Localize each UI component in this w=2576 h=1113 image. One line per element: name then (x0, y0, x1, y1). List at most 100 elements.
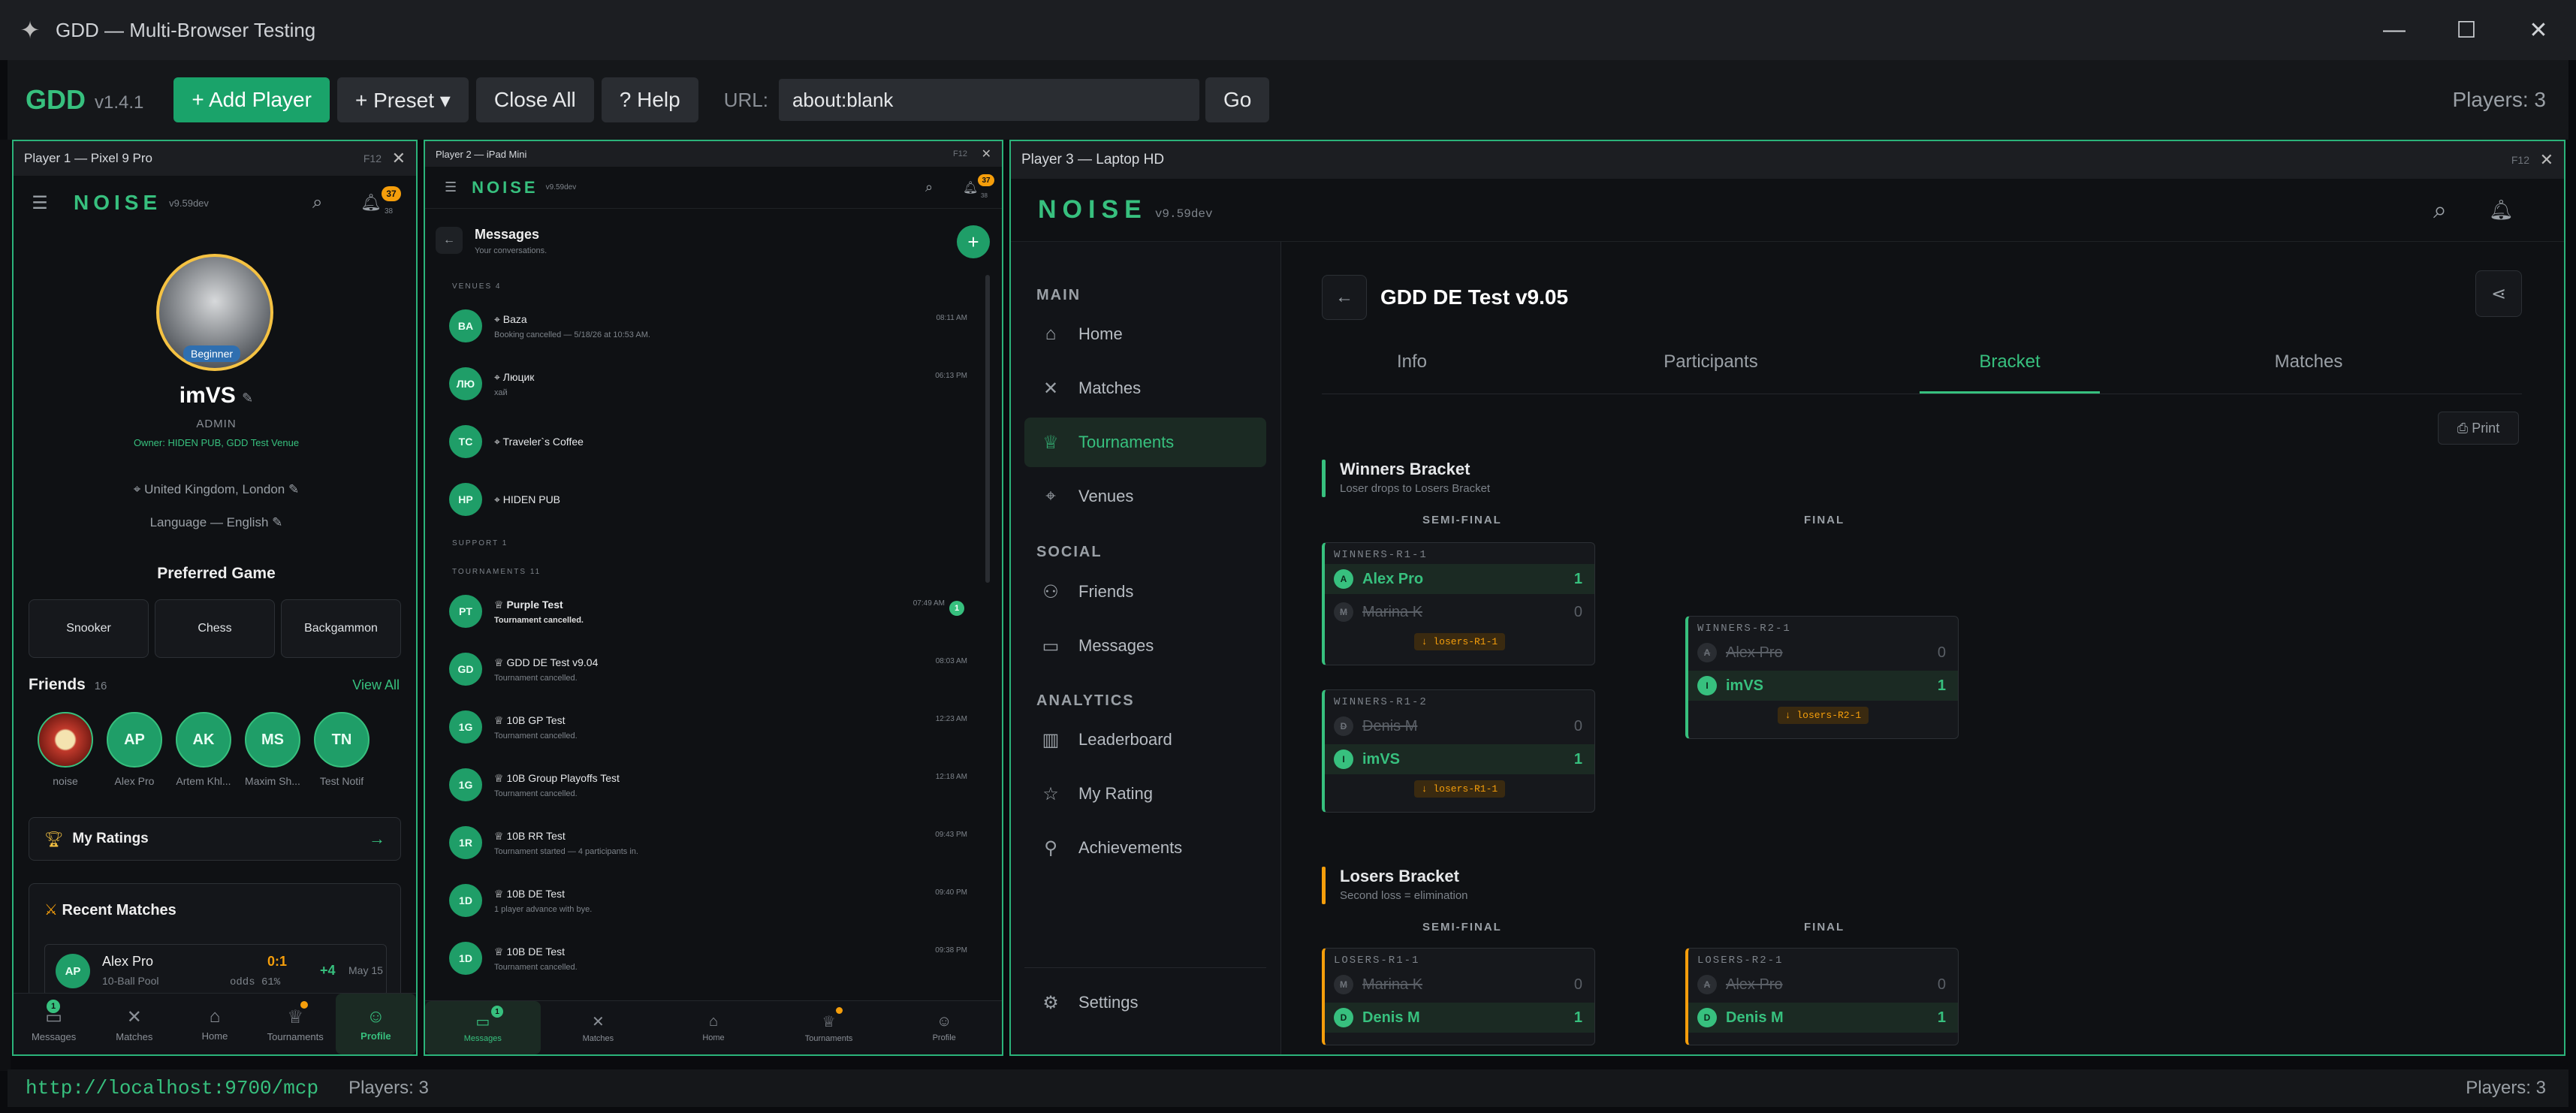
recent-match-row[interactable]: AP Alex Pro 10-Ball Pool 0:1 odds 61% +4… (44, 944, 387, 997)
sidebar-item-achievements[interactable]: ⚲ Achievements (1024, 823, 1266, 873)
conversation-row[interactable]: 1D ♕ 10B DE Test 1 player advance with by… (449, 873, 975, 928)
sidebar-item-venues[interactable]: ⌖ Venues (1024, 472, 1266, 521)
devtools-f12[interactable]: F12 (2511, 154, 2529, 166)
tab-matches[interactable]: Matches (2219, 351, 2399, 394)
friend-name: Artem Khl... (176, 775, 231, 787)
menu-icon[interactable]: ☰ (445, 179, 457, 195)
close-player-3-icon[interactable]: ✕ (2540, 150, 2553, 170)
conversation-row[interactable]: TC ⌖ Traveler`s Coffee (449, 415, 975, 469)
bracket-match[interactable]: WINNERS-R2-1 A Alex Pro 0 IimVS 1 ↓ losers-… (1685, 616, 1959, 739)
window-title: GDD — Multi-Browser Testing (56, 18, 316, 41)
nav-profile[interactable]: ☺ Profile (335, 994, 416, 1054)
print-label: Print (2472, 420, 2500, 436)
location-pin-icon: ⌖ (494, 435, 503, 448)
scrollbar[interactable] (985, 275, 990, 583)
sidebar-item-leaderboard[interactable]: ▥ Leaderboard (1024, 715, 1266, 765)
player-dot: M (1334, 602, 1353, 622)
friend-item[interactable]: TN Test Notif (308, 712, 376, 787)
back-button[interactable]: ← (436, 227, 463, 254)
tab-participants[interactable]: Participants (1621, 351, 1801, 394)
bell-icon[interactable]: 🔔︎ (963, 180, 978, 195)
section-venues[interactable]: VENUES 4 (452, 282, 501, 291)
share-button[interactable]: ⋖ (2475, 270, 2522, 317)
section-tournaments[interactable]: TOURNAMENTS 11 (452, 568, 541, 576)
nav-matches[interactable]: ✕ Matches (94, 994, 174, 1054)
window-titlebar: ✦ GDD — Multi-Browser Testing — ☐ ✕ (0, 0, 2576, 60)
bracket-match[interactable]: WINNERS-R1-2 D Denis M 0 IimVS 1 ↓ losers-R… (1322, 689, 1595, 813)
print-button[interactable]: ⎙ Print (2438, 412, 2519, 445)
bracket-match[interactable]: LOSERS-R1-1 M Marina K 0 D Denis M 1 (1322, 948, 1595, 1045)
conversation-preview: хай (494, 388, 508, 397)
conversation-row[interactable]: 1G ♕ 10B Group Playoffs Test Tournament c… (449, 758, 975, 812)
game-backgammon[interactable]: Backgammon (281, 599, 401, 658)
menu-icon[interactable]: ☰ (29, 192, 51, 214)
url-input[interactable]: about:blank (778, 79, 1199, 121)
minimize-button[interactable]: — (2358, 0, 2430, 60)
devtools-f12[interactable]: F12 (363, 152, 382, 164)
go-button[interactable]: Go (1205, 77, 1270, 122)
sidebar-item-my-rating[interactable]: ☆ My Rating (1024, 769, 1266, 819)
home-icon: ⌂ (209, 1006, 221, 1027)
preset-button[interactable]: + Preset ▾ (336, 77, 469, 122)
conversation-row[interactable]: 1G ♕ 10B GP Test Tournament cancelled. 12… (449, 700, 975, 754)
close-player-2-icon[interactable]: ✕ (982, 146, 991, 161)
conversation-row[interactable]: 1R ♕ 10B RR Test Tournament started — 4 p… (449, 816, 975, 870)
nav-matches[interactable]: ✕ Matches (541, 1001, 656, 1054)
nav-tournaments[interactable]: ♕ Tournaments (255, 994, 336, 1054)
friend-item[interactable]: AP Alex Pro (101, 712, 168, 787)
nav-tournaments[interactable]: ♕ Tournaments (771, 1001, 887, 1054)
friend-item[interactable]: noise (32, 712, 99, 787)
sidebar-item-matches[interactable]: ✕ Matches (1024, 363, 1266, 413)
friend-item[interactable]: AK Artem Khl... (170, 712, 237, 787)
sidebar-item-messages[interactable]: ▭ Messages (1024, 621, 1266, 671)
sidebar-item-friends[interactable]: ⚇ Friends (1024, 567, 1266, 617)
tab-info[interactable]: Info (1322, 351, 1502, 394)
my-ratings-card[interactable]: 🏆︎ My Ratings → (29, 817, 401, 861)
search-icon[interactable]: ⌕ (925, 179, 933, 195)
maximize-button[interactable]: ☐ (2430, 0, 2502, 60)
game-snooker[interactable]: Snooker (29, 599, 149, 658)
sidebar-item-tournaments[interactable]: ♕ Tournaments (1024, 418, 1266, 467)
bracket-match[interactable]: WINNERS-R1-1 A Alex Pro 1 M Marina K 0 ↓ los… (1322, 542, 1595, 665)
game-chess[interactable]: Chess (155, 599, 275, 658)
friend-item[interactable]: MS Maxim Sh... (239, 712, 306, 787)
sidebar-item-label: Matches (1078, 379, 1142, 397)
add-player-button[interactable]: + Add Player (173, 77, 330, 122)
conversation-row[interactable]: BA ⌖ Baza Booking cancelled — 5/18/26 at … (449, 299, 975, 353)
bell-icon[interactable]: 🔔︎ (360, 193, 382, 213)
match-player-row: M Marina K 0 (1325, 970, 1594, 1000)
mcp-url[interactable]: http://localhost:9700/mcp (26, 1077, 318, 1099)
close-window-button[interactable]: ✕ (2502, 0, 2574, 60)
view-all-link[interactable]: View All (352, 677, 400, 693)
close-all-button[interactable]: Close All (475, 77, 594, 122)
crossed-swords-icon: ⚔ (44, 902, 58, 918)
bell-icon[interactable]: 🔔︎ (2489, 198, 2514, 222)
sidebar-item-settings[interactable]: ⚙ Settings (1024, 978, 1266, 1027)
devtools-f12[interactable]: F12 (953, 149, 967, 158)
help-button[interactable]: ? Help (601, 77, 698, 122)
section-support[interactable]: SUPPORT 1 (452, 539, 508, 547)
nav-messages[interactable]: ▭ 1 Messages (425, 1001, 541, 1054)
edit-name-icon[interactable]: ✎ (242, 391, 253, 406)
conversation-row[interactable]: PT ♕ Purple Test Tournament cancelled. 07… (449, 584, 975, 638)
sidebar-item-home[interactable]: ⌂ Home (1024, 309, 1266, 359)
search-icon[interactable]: ⌕ (312, 192, 322, 213)
search-icon[interactable]: ⌕ (2433, 196, 2447, 225)
edit-location-icon[interactable]: ✎ (288, 482, 299, 496)
conversation-row[interactable]: 1D ♕ 10B DE Test Tournament cancelled. 09… (449, 931, 975, 985)
back-button[interactable]: ← (1322, 275, 1367, 320)
conversation-row[interactable]: ЛЮ ⌖ Люцик хай 06:13 PM (449, 357, 975, 411)
nav-home[interactable]: ⌂ Home (174, 994, 255, 1054)
bracket-match[interactable]: LOSERS-R2-1 A Alex Pro 0 D Denis M 1 (1685, 948, 1959, 1045)
drop-to-losers: ↓ losers-R1-1 (1413, 633, 1506, 650)
nav-home[interactable]: ⌂ Home (656, 1001, 771, 1054)
messages-badge: 1 (491, 1006, 503, 1018)
nav-profile[interactable]: ☺ Profile (886, 1001, 1002, 1054)
tab-bracket[interactable]: Bracket (1920, 351, 2100, 394)
conversation-row[interactable]: HP ⌖ HIDEN PUB (449, 472, 975, 526)
new-message-button[interactable]: + (957, 225, 990, 258)
conversation-row[interactable]: GD ♕ GDD DE Test v9.04 Tournament cancell… (449, 642, 975, 696)
nav-messages[interactable]: ▭ 1 Messages (14, 994, 94, 1054)
close-player-1-icon[interactable]: ✕ (392, 149, 406, 168)
edit-language-icon[interactable]: ✎ (272, 515, 282, 529)
